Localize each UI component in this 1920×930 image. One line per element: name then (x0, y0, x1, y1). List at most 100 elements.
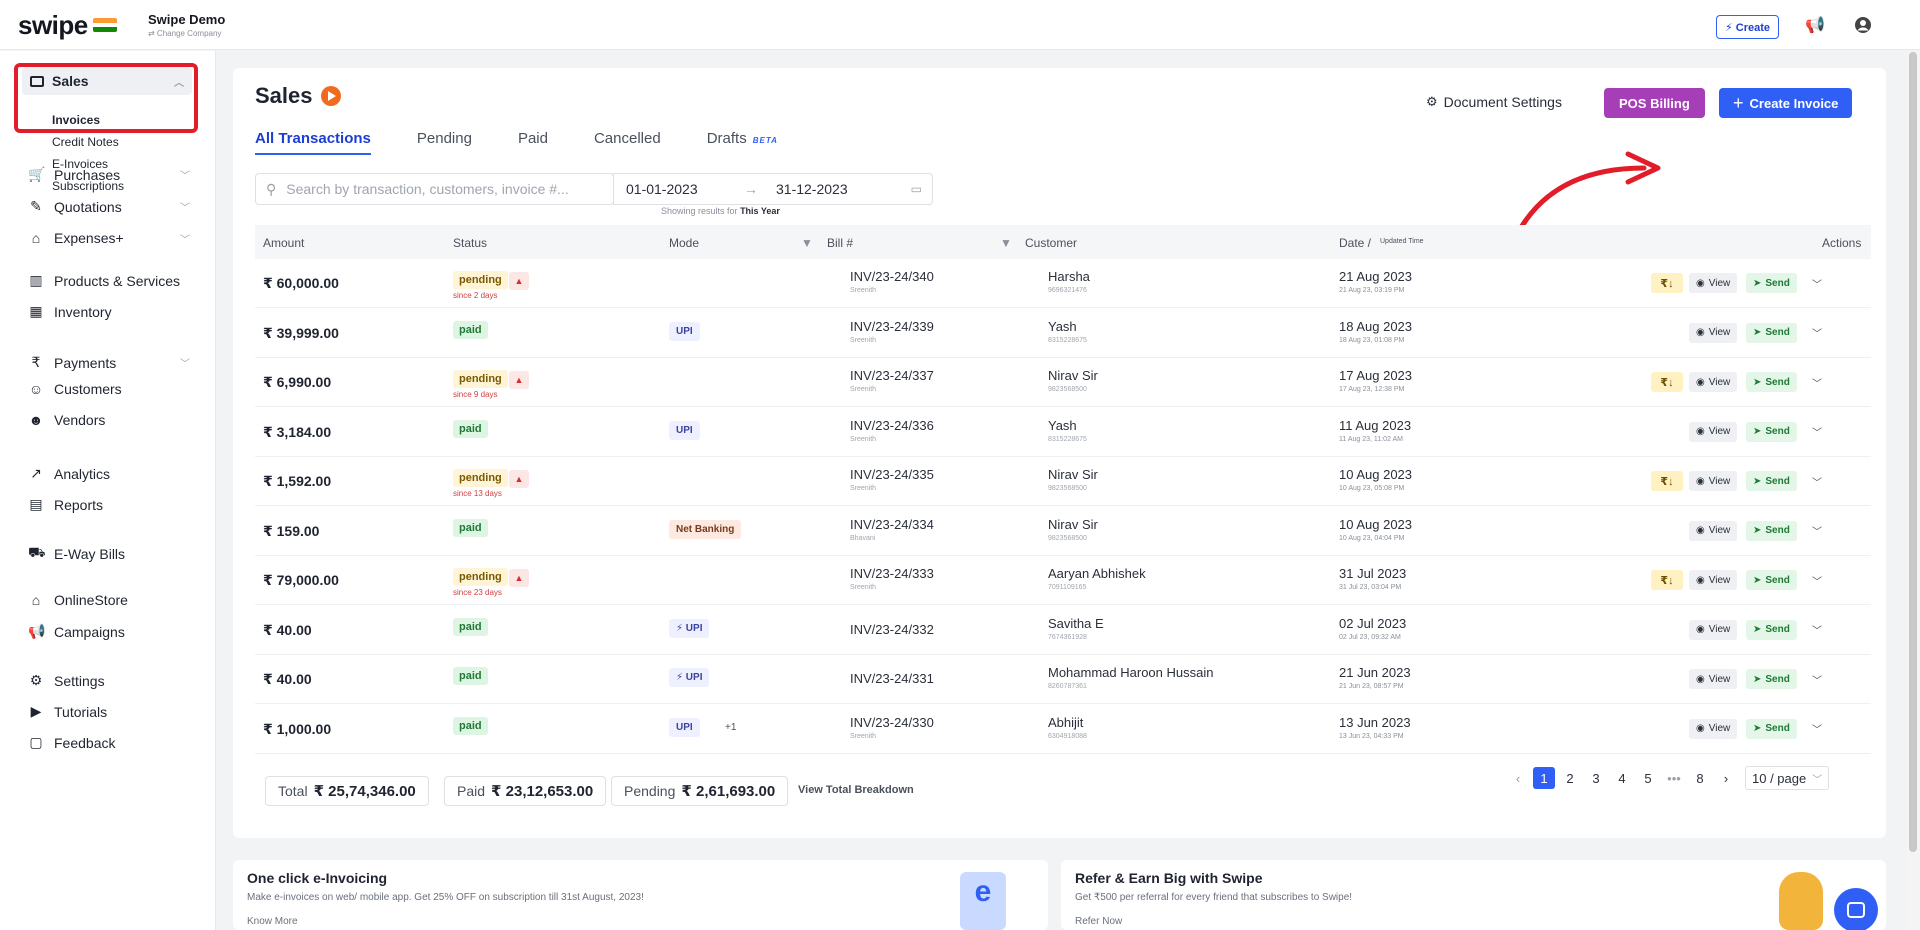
customer-name[interactable]: Nirav Sir (1048, 517, 1098, 532)
bill-number[interactable]: INV/23-24/339 (850, 319, 934, 334)
table-row[interactable]: ₹ 79,000.00 pending since 23 days ▲ INV/23-2… (255, 556, 1871, 605)
promo-link[interactable]: Know More (247, 916, 298, 927)
customer-name[interactable]: Aaryan Abhishek (1048, 566, 1146, 581)
chat-support-button[interactable] (1834, 888, 1878, 930)
chevron-down-icon[interactable]: ﹀ (1807, 422, 1827, 442)
chevron-down-icon[interactable]: ﹀ (1807, 372, 1827, 392)
bill-number[interactable]: INV/23-24/336 (850, 418, 934, 433)
page-5[interactable]: 5 (1635, 767, 1661, 789)
chevron-down-icon[interactable]: ﹀ (1807, 620, 1827, 640)
send-button[interactable]: ➤ Send (1746, 421, 1797, 442)
date-from[interactable]: 01-01-2023 (626, 181, 698, 197)
send-button[interactable]: ➤ Send (1746, 669, 1797, 689)
chevron-down-icon[interactable]: ﹀ (1807, 323, 1827, 343)
sidebar-item-onlinestore[interactable]: ⌂ OnlineStore (28, 592, 128, 608)
view-button[interactable]: ◉ View (1689, 273, 1738, 293)
change-company-link[interactable]: ⇄ Change Company (148, 29, 225, 38)
reminder-bell-icon[interactable]: ▲ (509, 272, 529, 290)
table-row[interactable]: ₹ 6,990.00 pending since 9 days ▲ INV/23-24/… (255, 358, 1871, 407)
view-button[interactable]: ◉ View (1689, 322, 1738, 343)
chevron-down-icon[interactable]: ﹀ (1807, 471, 1827, 491)
chevron-down-icon[interactable]: ﹀ (180, 231, 190, 246)
customer-name[interactable]: Nirav Sir (1048, 467, 1098, 482)
profile-icon[interactable] (1852, 14, 1874, 36)
view-button[interactable]: ◉ View (1689, 421, 1738, 442)
sidebar-item-purchases[interactable]: 🛒 Purchases ﹀ (28, 166, 190, 183)
sidebar-item-payments[interactable]: ₹ Payments ﹀ (28, 354, 190, 371)
sidebar-item-expenses[interactable]: ⌂ Expenses+ ﹀ (28, 230, 190, 246)
table-row[interactable]: ₹ 60,000.00 pending since 2 days ▲ INV/23-24… (255, 259, 1871, 308)
sidebar-item-reports[interactable]: ▤ Reports (28, 496, 103, 513)
bill-number[interactable]: INV/23-24/330 (850, 715, 934, 730)
view-button[interactable]: ◉ View (1689, 619, 1738, 640)
page-size-select[interactable]: 10 / page ﹀ (1745, 766, 1830, 790)
tab-paid[interactable]: Paid (518, 130, 548, 155)
sidebar-item-quotations[interactable]: ✎ Quotations ﹀ (28, 198, 190, 215)
record-payment-button[interactable]: ₹↓ (1651, 570, 1683, 590)
company-switcher[interactable]: Swipe Demo ⇄ Change Company (148, 12, 225, 38)
view-button[interactable]: ◉ View (1689, 570, 1738, 590)
send-button[interactable]: ➤ Send (1746, 520, 1797, 541)
view-button[interactable]: ◉ View (1689, 471, 1738, 491)
bill-number[interactable]: INV/23-24/335 (850, 467, 934, 482)
chevron-down-icon[interactable]: ﹀ (180, 355, 190, 370)
bill-number[interactable]: INV/23-24/340 (850, 269, 934, 284)
chevron-down-icon[interactable]: ﹀ (1807, 273, 1827, 293)
chevron-down-icon[interactable]: ﹀ (1807, 669, 1827, 689)
table-row[interactable]: ₹ 40.00 paid ⚡ UPI INV/23-24/331 Mohammad Ha… (255, 655, 1871, 704)
page-1[interactable]: 1 (1533, 767, 1555, 789)
chevron-down-icon[interactable]: ﹀ (180, 167, 190, 182)
page-3[interactable]: 3 (1583, 767, 1609, 789)
table-row[interactable]: ₹ 159.00 paid Net Banking INV/23-24/334 Bhav… (255, 507, 1871, 556)
chevron-down-icon[interactable]: ﹀ (180, 199, 190, 214)
send-button[interactable]: ➤ Send (1746, 322, 1797, 343)
sidebar-item-feedback[interactable]: ▢ Feedback (28, 734, 115, 751)
tab-all-transactions[interactable]: All Transactions (255, 130, 371, 155)
table-row[interactable]: ₹ 40.00 paid ⚡ UPI INV/23-24/332 Savitha E 76… (255, 606, 1871, 655)
create-invoice-button[interactable]: + Create Invoice (1719, 88, 1853, 118)
chevron-down-icon[interactable]: ﹀ (1807, 719, 1827, 739)
scrollbar-thumb[interactable] (1909, 52, 1917, 852)
col-mode[interactable]: Mode (669, 236, 699, 250)
sidebar-item-e-way-bills[interactable]: ⛟ E-Way Bills (28, 544, 125, 563)
page-8[interactable]: 8 (1687, 767, 1713, 789)
bill-number[interactable]: INV/23-24/334 (850, 517, 934, 532)
col-updated-time[interactable]: Updated Time (1380, 238, 1424, 245)
create-button[interactable]: ⚡ Create (1716, 15, 1780, 39)
customer-name[interactable]: Nirav Sir (1048, 368, 1098, 383)
send-button[interactable]: ➤ Send (1746, 718, 1797, 739)
customer-name[interactable]: Yash (1048, 319, 1077, 334)
table-row[interactable]: ₹ 39,999.00 paid UPI INV/23-24/339 Sreenith Y… (255, 309, 1871, 358)
record-payment-button[interactable]: ₹↓ (1651, 372, 1683, 392)
view-button[interactable]: ◉ View (1689, 669, 1738, 689)
filter-icon[interactable]: ▼ (1000, 236, 1012, 250)
tab-pending[interactable]: Pending (417, 130, 472, 155)
bill-number[interactable]: INV/23-24/331 (850, 671, 934, 686)
bill-number[interactable]: INV/23-24/332 (850, 622, 934, 637)
reminder-bell-icon[interactable]: ▲ (509, 569, 529, 587)
col-amount[interactable]: Amount (263, 236, 304, 250)
prev-page-icon[interactable]: ‹ (1505, 767, 1531, 789)
customer-name[interactable]: Harsha (1048, 269, 1090, 284)
sidebar-item-campaigns[interactable]: 📢 Campaigns (28, 623, 125, 640)
customer-name[interactable]: Savitha E (1048, 616, 1104, 631)
col-customer[interactable]: Customer (1025, 236, 1077, 250)
sidebar-item-products-services[interactable]: ▥ Products & Services (28, 272, 180, 289)
send-button[interactable]: ➤ Send (1746, 372, 1797, 392)
sidebar-item-analytics[interactable]: ↗ Analytics (28, 465, 110, 482)
date-range-picker[interactable]: 01-01-2023 → 31-12-2023 ▭ (613, 173, 933, 205)
customer-name[interactable]: Mohammad Haroon Hussain (1048, 665, 1213, 680)
chevron-down-icon[interactable]: ﹀ (1807, 570, 1827, 590)
date-to[interactable]: 31-12-2023 (776, 181, 848, 197)
bill-number[interactable]: INV/23-24/333 (850, 566, 934, 581)
reminder-bell-icon[interactable]: ▲ (509, 371, 529, 389)
chevron-down-icon[interactable]: ﹀ (1807, 521, 1827, 541)
pos-billing-button[interactable]: POS Billing (1604, 88, 1705, 118)
col-bill[interactable]: Bill # (827, 236, 853, 250)
view-button[interactable]: ◉ View (1689, 718, 1738, 739)
send-button[interactable]: ➤ Send (1746, 570, 1797, 590)
search-input[interactable]: ⚲ Search by transaction, customers, invo… (255, 173, 614, 205)
table-row[interactable]: ₹ 1,000.00 paid UPI +1 INV/23-24/330 Sreenith… (255, 705, 1871, 754)
table-row[interactable]: ₹ 1,592.00 pending since 13 days ▲ INV/23-24… (255, 457, 1871, 506)
send-button[interactable]: ➤ Send (1746, 471, 1797, 491)
